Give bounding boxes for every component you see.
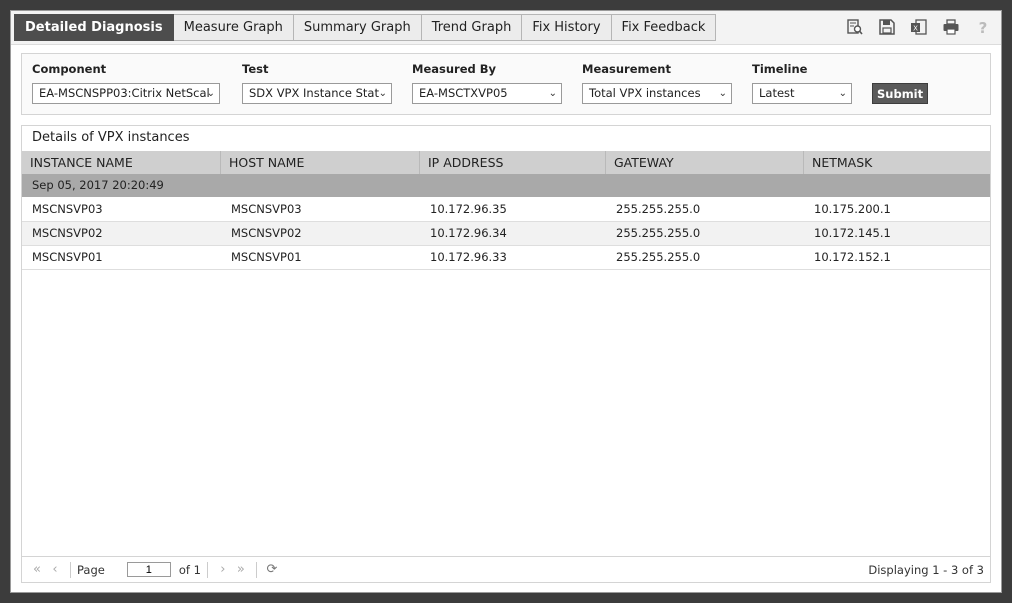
netmask-cell: 10.172.152.1 <box>814 250 891 264</box>
print-icon[interactable] <box>941 17 961 37</box>
first-page-icon[interactable]: « <box>28 562 46 577</box>
netmask-cell: 10.175.200.1 <box>814 202 891 216</box>
pager-divider <box>70 561 71 578</box>
pager-divider <box>206 561 208 578</box>
filter-panel: Component EA-MSCNSPP03:Citrix NetScal ⌄ … <box>21 53 991 115</box>
test-select[interactable]: SDX VPX Instance Stat ⌄ <box>242 83 392 104</box>
pager-divider <box>255 561 257 578</box>
table-row[interactable]: MSCNSVP03 MSCNSVP03 10.172.96.35 255.255… <box>22 198 990 222</box>
measured-by-value: EA-MSCTXVP05 <box>419 86 508 100</box>
tab-detailed-diagnosis[interactable]: Detailed Diagnosis <box>14 14 174 41</box>
component-filter: Component EA-MSCNSPP03:Citrix NetScal ⌄ <box>32 62 220 104</box>
chevron-down-icon: ⌄ <box>838 88 847 99</box>
test-label: Test <box>242 62 269 76</box>
component-label: Component <box>32 62 107 76</box>
vpx-instances-grid: Details of VPX instances INSTANCE NAME H… <box>21 125 991 583</box>
timeline-filter: Timeline Latest ⌄ <box>752 62 852 104</box>
next-page-icon[interactable]: › <box>214 562 232 577</box>
gateway-cell: 255.255.255.0 <box>616 250 701 264</box>
gateway-cell: 255.255.255.0 <box>616 226 701 240</box>
column-header-gateway[interactable]: GATEWAY <box>606 151 804 174</box>
group-row-timestamp: Sep 05, 2017 20:20:49 <box>22 174 990 197</box>
pagination-bar: « ‹ Page of 1 › » ⟳ Displaying 1 - 3 of … <box>22 556 990 582</box>
timeline-select[interactable]: Latest ⌄ <box>752 83 852 104</box>
last-page-icon[interactable]: » <box>232 562 250 577</box>
tab-measure-graph[interactable]: Measure Graph <box>173 14 294 41</box>
component-select[interactable]: EA-MSCNSPP03:Citrix NetScal ⌄ <box>32 83 220 104</box>
ip-address-cell: 10.172.96.33 <box>430 250 507 264</box>
measured-by-filter: Measured By EA-MSCTXVP05 ⌄ <box>412 62 562 104</box>
instance-name-cell: MSCNSVP02 <box>32 226 103 240</box>
display-count-text: Displaying 1 - 3 of 3 <box>868 563 984 577</box>
test-value: SDX VPX Instance Stat <box>249 86 379 100</box>
chevron-down-icon: ⌄ <box>548 88 557 99</box>
measured-by-select[interactable]: EA-MSCTXVP05 ⌄ <box>412 83 562 104</box>
gateway-cell: 255.255.255.0 <box>616 202 701 216</box>
help-icon[interactable]: ? <box>973 17 993 37</box>
ip-address-cell: 10.172.96.34 <box>430 226 507 240</box>
measurement-filter: Measurement Total VPX instances ⌄ <box>582 62 732 104</box>
measurement-select[interactable]: Total VPX instances ⌄ <box>582 83 732 104</box>
netmask-cell: 10.172.145.1 <box>814 226 891 240</box>
svg-text:?: ? <box>979 19 988 36</box>
search-report-icon[interactable] <box>845 17 865 37</box>
timeline-label: Timeline <box>752 62 808 76</box>
tab-list: Detailed Diagnosis Measure Graph Summary… <box>14 14 717 41</box>
timeline-value: Latest <box>759 86 795 100</box>
tab-fix-history[interactable]: Fix History <box>522 14 612 41</box>
save-icon[interactable] <box>877 17 897 37</box>
page-number-input[interactable] <box>126 562 171 577</box>
instance-name-cell: MSCNSVP01 <box>32 250 103 264</box>
chevron-down-icon: ⌄ <box>206 88 215 99</box>
measurement-value: Total VPX instances <box>589 86 701 100</box>
grid-title: Details of VPX instances <box>32 130 190 145</box>
toolbar: X ? <box>845 17 993 37</box>
excel-export-icon[interactable]: X <box>909 17 929 37</box>
test-filter: Test SDX VPX Instance Stat ⌄ <box>242 62 392 104</box>
column-header-netmask[interactable]: NETMASK <box>804 151 990 174</box>
ip-address-cell: 10.172.96.35 <box>430 202 507 216</box>
component-value: EA-MSCNSPP03:Citrix NetScal <box>39 86 210 100</box>
svg-text:X: X <box>913 25 918 33</box>
tab-bar: Detailed Diagnosis Measure Graph Summary… <box>11 11 1001 45</box>
page-count-label: of 1 <box>178 562 201 577</box>
table-row[interactable]: MSCNSVP01 MSCNSVP01 10.172.96.33 255.255… <box>22 246 990 270</box>
host-name-cell: MSCNSVP03 <box>231 202 302 216</box>
previous-page-icon[interactable]: ‹ <box>46 562 64 577</box>
column-header-ip-address[interactable]: IP ADDRESS <box>420 151 606 174</box>
measurement-label: Measurement <box>582 62 671 76</box>
host-name-cell: MSCNSVP02 <box>231 226 302 240</box>
instance-name-cell: MSCNSVP03 <box>32 202 103 216</box>
column-header-host-name[interactable]: HOST NAME <box>221 151 420 174</box>
measured-by-label: Measured By <box>412 62 497 76</box>
detailed-diagnosis-window: Detailed Diagnosis Measure Graph Summary… <box>10 10 1002 593</box>
page-label: Page <box>77 562 105 577</box>
refresh-icon[interactable]: ⟳ <box>263 562 281 577</box>
table-row[interactable]: MSCNSVP02 MSCNSVP02 10.172.96.34 255.255… <box>22 222 990 246</box>
grid-rows: MSCNSVP03 MSCNSVP03 10.172.96.35 255.255… <box>22 198 990 270</box>
chevron-down-icon: ⌄ <box>718 88 727 99</box>
tab-trend-graph[interactable]: Trend Graph <box>421 14 523 41</box>
chevron-down-icon: ⌄ <box>378 88 387 99</box>
tab-fix-feedback[interactable]: Fix Feedback <box>611 14 717 41</box>
column-header-instance-name[interactable]: INSTANCE NAME <box>22 151 221 174</box>
grid-header: INSTANCE NAME HOST NAME IP ADDRESS GATEW… <box>22 151 990 174</box>
submit-button[interactable]: Submit <box>872 83 929 104</box>
host-name-cell: MSCNSVP01 <box>231 250 302 264</box>
tab-summary-graph[interactable]: Summary Graph <box>293 14 422 41</box>
